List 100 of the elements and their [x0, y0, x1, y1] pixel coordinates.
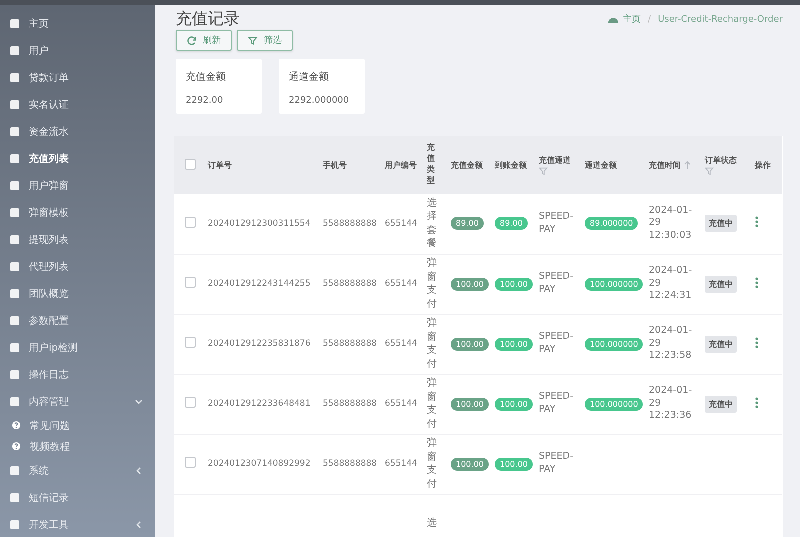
row-checkbox[interactable]: [185, 397, 196, 408]
sidebar-item[interactable]: 内容管理: [0, 388, 155, 415]
filter-icon[interactable]: [539, 166, 548, 176]
square-icon: [10, 18, 20, 28]
amount-badge: 100.00: [451, 338, 489, 350]
table-cell: 2024012912235831876: [208, 339, 311, 349]
square-icon: [10, 520, 20, 530]
square-icon: [10, 466, 20, 476]
sidebar-item[interactable]: 主页: [0, 10, 155, 37]
table-cell: 选择套餐: [427, 196, 437, 251]
square-icon: [10, 72, 20, 82]
table-cell: 5588888888: [323, 279, 378, 289]
row-checkbox[interactable]: [185, 277, 196, 288]
select-all-checkbox[interactable]: [185, 158, 196, 170]
table-cell: 弹窗支付: [427, 377, 437, 431]
sidebar-item[interactable]: 实名认证: [0, 91, 155, 118]
amount-badge: 100.000000: [585, 338, 644, 350]
amount-badge: 100.00: [451, 458, 489, 470]
sidebar-item[interactable]: 充值列表: [0, 145, 155, 172]
row-checkbox[interactable]: [185, 337, 196, 348]
table-cell-text: 2024-01-29 12:30:03: [649, 204, 694, 243]
table-cell-text: SPEED-PAY: [539, 331, 575, 357]
amount-badge: 100.00: [495, 338, 533, 350]
status-badge: 充值中: [705, 215, 737, 232]
square-icon: [10, 46, 20, 56]
square-icon: [10, 262, 20, 272]
filter-icon[interactable]: [705, 166, 714, 176]
column-header: 通道金额: [585, 160, 617, 170]
breadcrumb-link[interactable]: 主页: [623, 13, 642, 26]
row-checkbox[interactable]: [185, 216, 196, 228]
sidebar-subitem[interactable]: 视频教程: [0, 436, 155, 457]
table-cell: 2024012912243144255: [208, 279, 311, 289]
sidebar-item[interactable]: 提现列表: [0, 226, 155, 253]
table-cell: 655144: [385, 399, 418, 409]
sidebar-item[interactable]: 资金流水: [0, 118, 155, 145]
sidebar-item[interactable]: 参数配置: [0, 307, 155, 334]
page-title: 充值记录: [176, 9, 240, 30]
table-cell: 5588888888: [323, 459, 378, 469]
square-icon: [10, 208, 20, 218]
refresh-button[interactable]: 刷新: [176, 30, 232, 51]
row-checkbox[interactable]: [185, 457, 196, 468]
table-cell: 弹窗支付: [427, 437, 437, 491]
question-circle-icon: [12, 442, 21, 451]
column-header: 充值类型: [427, 143, 435, 187]
filter-button[interactable]: 筛选: [237, 30, 293, 51]
table-cell-text: SPEED-PAY: [539, 271, 575, 297]
table-cell-text: 2024-01-29 12:23:36: [649, 384, 694, 424]
table-cell: 2024012912300311554: [208, 218, 311, 229]
stat-value: 2292.000000: [289, 96, 350, 106]
square-icon: [10, 234, 20, 244]
square-icon: [10, 288, 20, 298]
amount-badge: 89.00: [451, 217, 484, 230]
table-cell-text: SPEED-PAY: [539, 451, 575, 477]
square-icon: [10, 316, 20, 326]
table-cell-text: 2024-01-29 12:23:58: [649, 324, 694, 364]
square-icon: [10, 154, 20, 164]
amount-badge: 100.000000: [585, 398, 644, 410]
sidebar-item[interactable]: 弹窗模板: [0, 199, 155, 226]
sidebar-item[interactable]: 系统: [0, 457, 155, 484]
table-cell: 655144: [385, 279, 418, 289]
amount-badge: 100.000000: [585, 278, 644, 290]
column-header: 用户编号: [385, 160, 417, 170]
column-header: 到账金额: [495, 160, 527, 170]
sidebar-subitem[interactable]: 常见问题: [0, 415, 155, 436]
table-cell-text: SPEED-PAY: [539, 391, 575, 417]
column-header: 手机号: [323, 160, 347, 170]
more-options-icon[interactable]: [755, 396, 759, 408]
sidebar-item[interactable]: 短信记录: [0, 484, 155, 511]
amount-badge: 100.00: [495, 458, 533, 470]
dashboard-icon: [608, 15, 620, 24]
stat-label: 充值金额: [186, 70, 227, 84]
amount-badge: 100.00: [495, 278, 533, 290]
sidebar-item[interactable]: 用户ip检测: [0, 334, 155, 361]
column-header: 操作: [755, 160, 771, 170]
more-options-icon[interactable]: [755, 336, 759, 348]
filter-icon: [248, 36, 258, 46]
sidebar-item[interactable]: 开发工具: [0, 511, 155, 537]
breadcrumb-text: User-Credit-Recharge-Order: [658, 14, 783, 24]
stat-label: 通道金额: [289, 70, 330, 84]
more-options-icon[interactable]: [755, 276, 759, 288]
square-icon: [10, 180, 20, 190]
sidebar-item[interactable]: 操作日志: [0, 361, 155, 388]
table-cell: 选: [427, 517, 437, 531]
sidebar-item[interactable]: 团队概览: [0, 280, 155, 307]
table-cell: 655144: [385, 218, 418, 229]
square-icon: [10, 342, 20, 352]
amount-badge: 89.000000: [585, 217, 638, 230]
square-icon: [10, 126, 20, 136]
sidebar-item[interactable]: 用户: [0, 37, 155, 64]
sort-arrow-icon[interactable]: [684, 160, 691, 170]
sidebar-item[interactable]: 用户弹窗: [0, 172, 155, 199]
column-header: 充值金额: [451, 160, 483, 170]
sidebar-item[interactable]: 贷款订单: [0, 64, 155, 91]
sidebar-item[interactable]: 代理列表: [0, 253, 155, 280]
square-icon: [10, 370, 20, 380]
column-header: 充值时间: [649, 160, 681, 170]
stat-value: 2292.00: [186, 96, 224, 106]
amount-badge: 100.00: [495, 398, 533, 410]
more-options-icon[interactable]: [755, 216, 759, 228]
table-cell: 655144: [385, 339, 418, 349]
